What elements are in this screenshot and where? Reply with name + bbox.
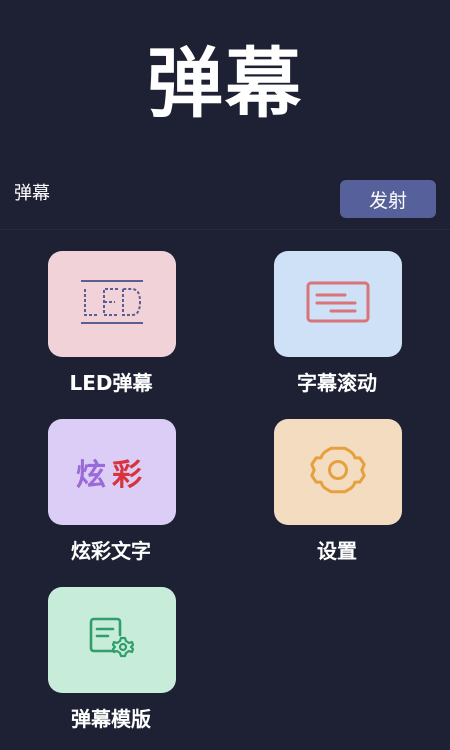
settings-label: 设置	[317, 539, 357, 563]
danmu-template-tile[interactable]	[48, 587, 176, 693]
colorful-text-icon: 炫彩	[76, 458, 148, 493]
colorful-text-label: 炫彩文字	[71, 539, 151, 563]
app-screen: 弹幕 发射 LED弹幕	[0, 0, 450, 750]
subtitle-scroll-tile[interactable]	[274, 251, 402, 357]
colorful-text-tile[interactable]: 炫彩	[48, 419, 176, 525]
send-button[interactable]: 发射	[340, 180, 436, 218]
led-danmu-label: LED弹幕	[69, 371, 153, 395]
subtitle-scroll-label: 字幕滚动	[297, 371, 377, 395]
danmu-template-label: 弹幕模版	[71, 707, 151, 731]
led-icon	[79, 278, 145, 330]
subtitle-card-icon	[305, 279, 371, 329]
danmu-input-row: 发射	[0, 172, 450, 230]
template-document-icon	[86, 615, 138, 665]
settings-tile[interactable]	[274, 419, 402, 525]
led-danmu-tile[interactable]	[48, 251, 176, 357]
page-title: 弹幕	[147, 39, 303, 128]
gear-icon	[305, 441, 371, 503]
danmu-input[interactable]	[14, 178, 324, 208]
